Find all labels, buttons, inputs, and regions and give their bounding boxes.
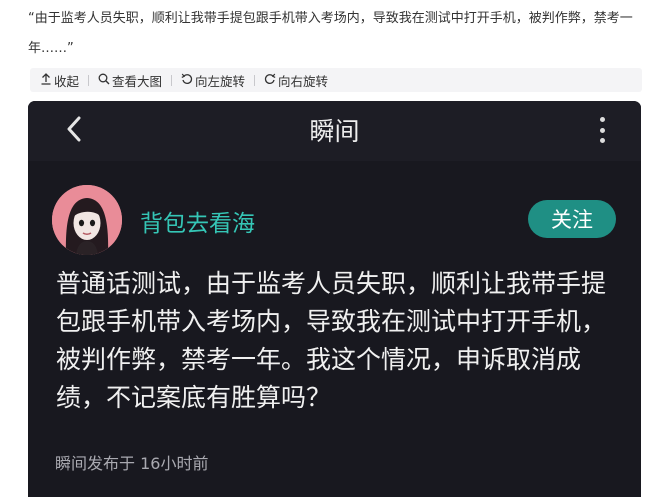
app-header: 瞬间: [28, 101, 641, 161]
rotate-left-icon: [181, 73, 193, 87]
image-toolbar: 收起 查看大图 向左旋转 向右旋转: [30, 68, 642, 92]
collapse-label: 收起: [54, 73, 80, 89]
view-large-button[interactable]: 查看大图: [89, 71, 171, 90]
upload-arrow-icon: [40, 73, 52, 87]
post-content: 普通话测试，由于监考人员失职，顺利让我带手提包跟手机带入考场内，导致我在测试中打…: [56, 269, 607, 412]
follow-button[interactable]: 关注: [528, 200, 616, 238]
rotate-left-button[interactable]: 向左旋转: [172, 71, 254, 90]
app-header-title: 瞬间: [309, 117, 360, 146]
rotate-right-button[interactable]: 向右旋转: [255, 71, 337, 90]
rotate-right-icon: [264, 73, 276, 87]
page: “由于监考人员失职，顺利让我带手提包跟手机带入考场内，导致我在测试中打开手机，被…: [0, 0, 660, 497]
chevron-left-icon[interactable]: [60, 114, 88, 144]
more-vertical-icon[interactable]: [592, 115, 612, 145]
username[interactable]: 背包去看海: [140, 204, 255, 238]
embedded-app-screenshot: 瞬间 背包去看海 关注 普通话测试，由于监考人员失职，顺利让我带手提包跟手机带入…: [28, 101, 641, 497]
search-icon: [98, 73, 110, 87]
article-quote: “由于监考人员失职，顺利让我带手提包跟手机带入考场内，导致我在测试中打开手机，被…: [28, 11, 633, 56]
view-large-label: 查看大图: [112, 73, 163, 89]
collapse-button[interactable]: 收起: [30, 71, 88, 90]
post-timestamp: 瞬间发布于 16小时前: [55, 454, 209, 473]
rotate-left-label: 向左旋转: [195, 73, 246, 89]
avatar[interactable]: [52, 185, 122, 255]
rotate-right-label: 向右旋转: [278, 73, 329, 89]
